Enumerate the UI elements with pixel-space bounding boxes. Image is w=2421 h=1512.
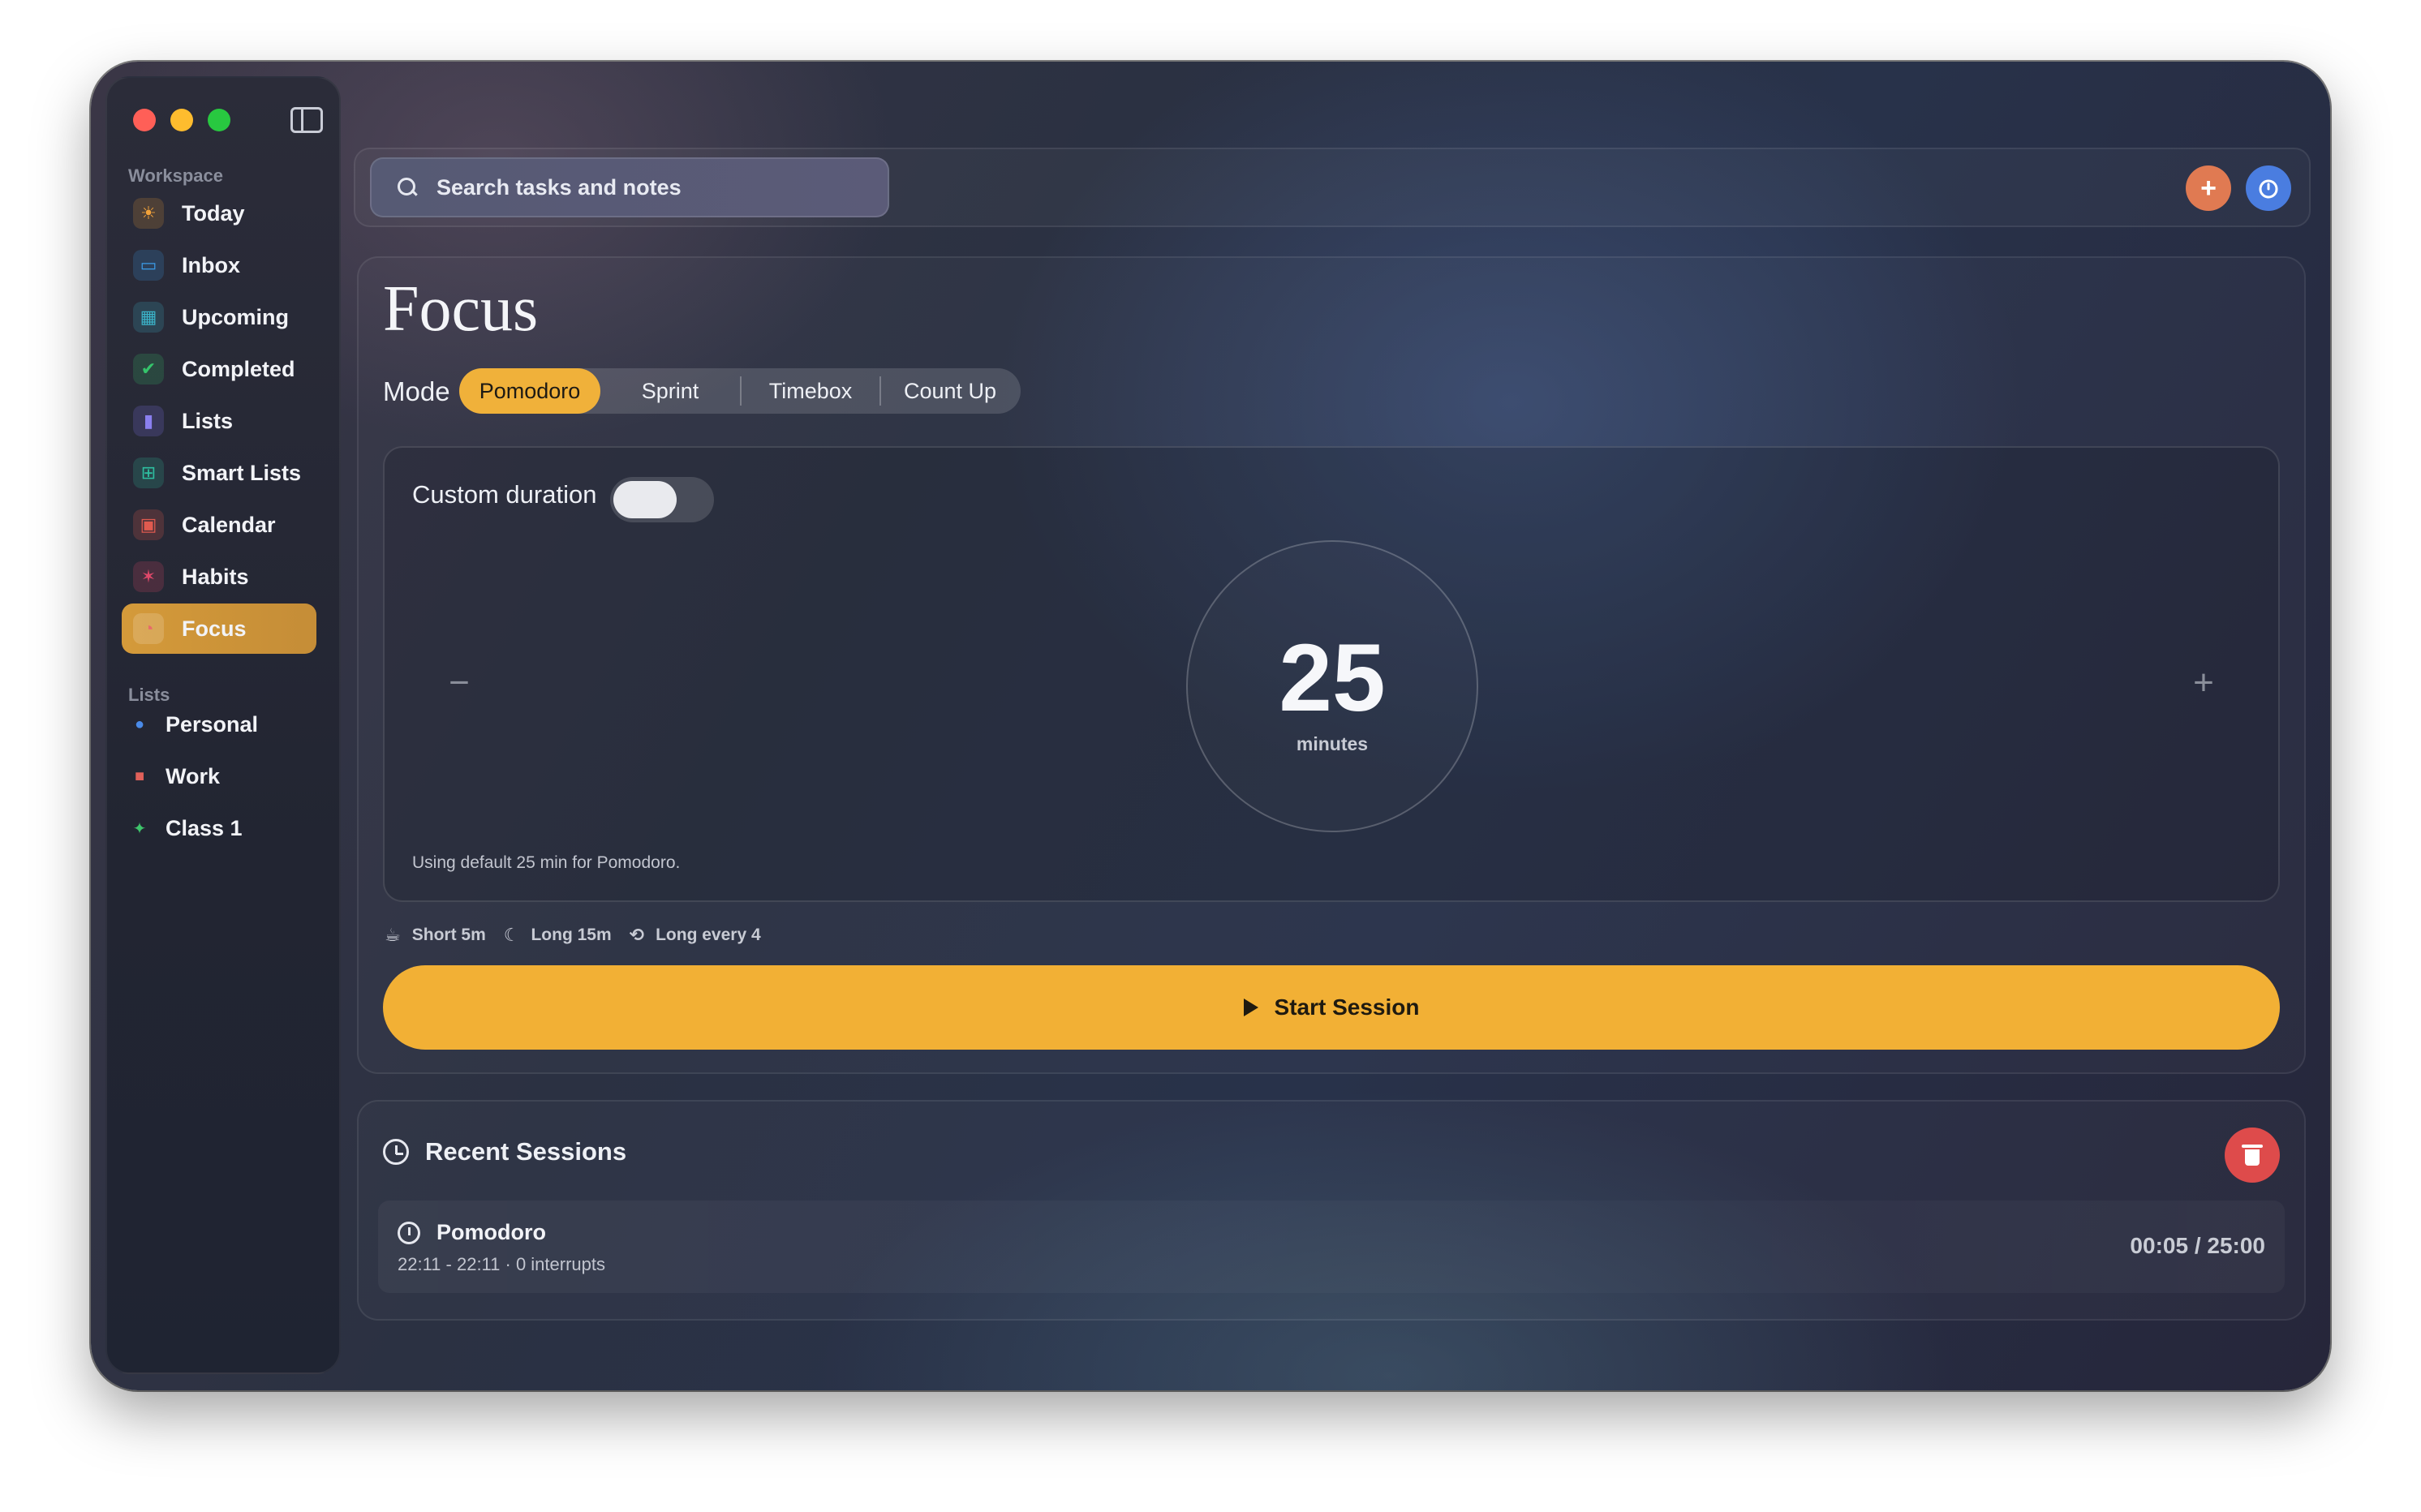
app-window: Workspace ☀ Today ▭ Inbox ▦ Upcoming ✔ C… xyxy=(91,62,2330,1390)
sidebar-toggle-icon[interactable] xyxy=(290,107,323,133)
session-meta: 22:11 - 22:11 · 0 interrupts xyxy=(398,1254,605,1274)
custom-duration-label: Custom duration xyxy=(412,480,597,509)
list-item-class-1[interactable]: ✦ Class 1 xyxy=(130,808,243,848)
sidebar-item-completed[interactable]: ✔ Completed xyxy=(122,344,316,394)
sidebar-item-label: Lists xyxy=(182,408,234,433)
start-session-button[interactable]: Start Session xyxy=(383,965,2280,1050)
tab-count-up[interactable]: Count Up xyxy=(881,368,1019,414)
timer-icon xyxy=(398,1222,420,1244)
list-item-work[interactable]: ■ Work xyxy=(130,756,220,797)
list-item-label: Work xyxy=(166,763,221,788)
sidebar-item-calendar[interactable]: ▣ Calendar xyxy=(122,500,316,550)
focus-timer-button[interactable] xyxy=(2246,165,2291,211)
person-icon: ● xyxy=(134,715,145,733)
trash-icon xyxy=(2242,1145,2263,1166)
list-book-icon: ▮ xyxy=(133,406,164,436)
sidebar-item-label: Focus xyxy=(182,616,247,641)
duration-dial: 25 minutes xyxy=(1186,540,1478,832)
add-task-button[interactable]: + xyxy=(2186,165,2231,211)
session-name: Pomodoro xyxy=(436,1220,546,1244)
long-break-interval-info: ⟲ Long every 4 xyxy=(630,925,761,946)
toggle-knob xyxy=(613,481,677,518)
tab-pomodoro[interactable]: Pomodoro xyxy=(459,368,600,414)
break-settings: ☕ Short 5m ☾ Long 15m ⟲ Long every 4 xyxy=(385,925,779,946)
workspace-section-label: Workspace xyxy=(128,165,223,186)
repeat-icon: ⟲ xyxy=(629,925,645,945)
sidebar-item-label: Habits xyxy=(182,564,249,589)
sidebar-item-smart-lists[interactable]: ⊞ Smart Lists xyxy=(122,448,316,498)
list-item-label: Personal xyxy=(166,711,259,737)
timer-icon xyxy=(2259,179,2278,199)
calendar-icon: ▣ xyxy=(133,509,164,540)
long-break-info: ☾ Long 15m xyxy=(504,925,612,946)
tab-sprint[interactable]: Sprint xyxy=(600,368,740,414)
custom-duration-toggle[interactable] xyxy=(610,477,714,522)
long-break-interval-label: Long every 4 xyxy=(656,926,761,944)
check-badge-icon: ✔ xyxy=(133,354,164,384)
search-input[interactable]: Search tasks and notes xyxy=(370,157,889,217)
default-duration-note: Using default 25 min for Pomodoro. xyxy=(412,853,681,872)
minimize-window-button[interactable] xyxy=(170,109,193,131)
sidebar-item-lists[interactable]: ▮ Lists xyxy=(122,396,316,446)
short-break-label: Short 5m xyxy=(411,926,486,944)
start-session-label: Start Session xyxy=(1274,994,1420,1020)
zoom-window-button[interactable] xyxy=(208,109,230,131)
focus-timer-icon: ◔ xyxy=(133,613,164,644)
habit-figure-icon: ✶ xyxy=(133,561,164,592)
page-title: Focus xyxy=(383,273,539,345)
tab-timebox[interactable]: Timebox xyxy=(742,368,879,414)
decrease-duration-button[interactable]: − xyxy=(445,663,474,702)
sidebar-item-inbox[interactable]: ▭ Inbox xyxy=(122,240,316,290)
search-icon xyxy=(396,176,419,199)
history-icon xyxy=(383,1139,409,1165)
sidebar-item-habits[interactable]: ✶ Habits xyxy=(122,552,316,602)
moon-icon: ☾ xyxy=(503,925,520,945)
sidebar-item-focus[interactable]: ◔ Focus xyxy=(122,604,316,654)
sidebar-item-label: Completed xyxy=(182,356,295,381)
play-icon xyxy=(1243,999,1258,1016)
recent-sessions-title: Recent Sessions xyxy=(425,1137,627,1166)
inbox-tray-icon: ▭ xyxy=(133,250,164,281)
long-break-label: Long 15m xyxy=(531,926,612,944)
close-window-button[interactable] xyxy=(133,109,156,131)
sidebar-item-label: Inbox xyxy=(182,252,240,277)
list-item-personal[interactable]: ● Personal xyxy=(130,704,258,745)
duration-card: Custom duration − 25 minutes + Using def… xyxy=(383,446,2280,902)
sidebar-item-label: Smart Lists xyxy=(182,460,302,485)
smart-list-icon: ⊞ xyxy=(133,457,164,488)
session-row[interactable]: Pomodoro 22:11 - 22:11 · 0 interrupts 00… xyxy=(378,1201,2285,1293)
lists-section-label: Lists xyxy=(128,685,170,705)
session-duration: 00:05 / 25:00 xyxy=(2130,1233,2265,1258)
duration-unit: minutes xyxy=(1296,733,1369,754)
search-placeholder: Search tasks and notes xyxy=(436,174,682,200)
recent-sessions-panel: Recent Sessions Pomodoro 22:11 - 22:11 ·… xyxy=(357,1100,2306,1321)
mode-segmented-control: Pomodoro Sprint Timebox Count Up xyxy=(459,368,1021,414)
sidebar-item-upcoming[interactable]: ▦ Upcoming xyxy=(122,292,316,342)
briefcase-icon: ■ xyxy=(134,767,145,785)
delete-sessions-button[interactable] xyxy=(2225,1128,2280,1183)
sidebar-item-today[interactable]: ☀ Today xyxy=(122,188,316,238)
top-bar: Search tasks and notes + xyxy=(354,148,2311,227)
sparkle-icon: ✦ xyxy=(132,819,147,838)
list-item-label: Class 1 xyxy=(166,815,243,840)
sidebar: Workspace ☀ Today ▭ Inbox ▦ Upcoming ✔ C… xyxy=(105,76,341,1374)
focus-panel: Focus Mode Pomodoro Sprint Timebox Count… xyxy=(357,256,2306,1074)
sidebar-item-label: Today xyxy=(182,200,245,226)
sidebar-item-label: Calendar xyxy=(182,512,276,537)
sun-icon: ☀ xyxy=(133,198,164,229)
calendar-clock-icon: ▦ xyxy=(133,302,164,333)
increase-duration-button[interactable]: + xyxy=(2189,663,2218,702)
short-break-info: ☕ Short 5m xyxy=(385,925,486,946)
recent-sessions-header: Recent Sessions xyxy=(383,1137,626,1166)
coffee-cup-icon: ☕ xyxy=(385,925,401,945)
mode-label: Mode xyxy=(383,376,450,406)
sidebar-item-label: Upcoming xyxy=(182,304,289,329)
plus-icon: + xyxy=(2200,172,2217,204)
duration-value: 25 xyxy=(1279,625,1386,732)
